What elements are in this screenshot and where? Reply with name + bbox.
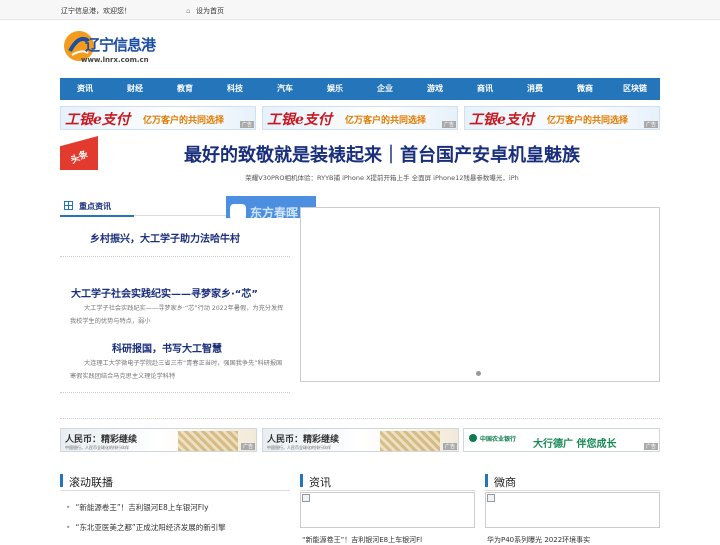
- banner-ad[interactable]: 工银e支付 亿万客户的共同选择 广告: [262, 106, 458, 130]
- key-news-title: 重点资讯: [79, 202, 111, 211]
- weishang-peek[interactable]: 华为P40系列曝光 2022环境事实: [487, 535, 590, 545]
- ad-tag: 广告: [643, 443, 658, 450]
- news-column-title: 资讯: [309, 476, 331, 489]
- mid-ad[interactable]: 中国农业银行 大行德广 伴您成长 广告: [463, 428, 660, 452]
- ad-tag: 广告: [239, 121, 254, 128]
- top-bar: 辽宁信息港，欢迎您！ ⌂ 设为首页: [0, 0, 720, 20]
- nav-item[interactable]: 企业: [360, 78, 410, 100]
- ad-slogan: 亿万客户的共同选择: [345, 116, 427, 126]
- ad-slogan: 亿万客户的共同选择: [143, 116, 225, 126]
- nav-item[interactable]: 科技: [210, 78, 260, 100]
- ad-brand: 工银e支付: [469, 112, 534, 128]
- news-title[interactable]: 大工学子社会实践纪实——寻梦家乡·“芯”: [71, 285, 258, 300]
- ad-brand: 工银e支付: [267, 112, 332, 128]
- image-slider[interactable]: [300, 207, 660, 382]
- mid-ad[interactable]: 人民币：精彩继续 中国银行，人民币全球化的排行伙伴 广告: [262, 428, 459, 452]
- site-logo[interactable]: 辽宁信息港 www.lnrx.com.cn: [62, 29, 162, 69]
- nav-item[interactable]: 区块链: [610, 78, 660, 100]
- main-nav: 资讯 财经 教育 科技 汽车 娱乐 企业 游戏 商讯 消费 微商 区块链: [60, 78, 660, 100]
- headline-badge-label: 头条: [69, 149, 90, 167]
- divider: [60, 256, 290, 257]
- divider: [60, 418, 660, 419]
- ad-tag: 广告: [643, 121, 658, 128]
- logo-name: 辽宁信息港: [85, 36, 156, 54]
- ad-tag: 广告: [240, 443, 255, 450]
- nav-item[interactable]: 资讯: [60, 78, 110, 100]
- slider-dot[interactable]: [476, 371, 481, 376]
- news-column-header: 资讯: [300, 471, 475, 491]
- set-home-label: 设为首页: [196, 7, 224, 15]
- broken-image[interactable]: [485, 492, 660, 528]
- ad-brand: 人民币：精彩继续: [267, 435, 340, 445]
- broken-image-icon: [487, 494, 495, 502]
- headline-title[interactable]: 最好的致敬就是装裱起来｜首台国产安卓机皇魅族: [104, 141, 660, 167]
- ad-tag: 广告: [442, 443, 457, 450]
- headline-badge: 头条: [60, 136, 98, 170]
- news-desc: 大连理工大学微电子学院赴三省三市“青春正当时，强国我争先”科研报国寒假实践团结合…: [70, 360, 283, 380]
- home-icon: ⌂: [186, 7, 191, 15]
- banner-ad[interactable]: 工银e支付 亿万客户的共同选择 广告: [60, 106, 256, 130]
- nav-item[interactable]: 商讯: [460, 78, 510, 100]
- news-desc: 大工学子社会实践纪实——寻梦家乡·“芯”行动 2022年暑假，为充分发挥我校学生…: [70, 305, 284, 325]
- nav-item[interactable]: 消费: [510, 78, 560, 100]
- ad-tag: 广告: [441, 121, 456, 128]
- nav-item[interactable]: 娱乐: [310, 78, 360, 100]
- headline-sub-links[interactable]: 荣耀V30PRO相机体验：RYYB捕 iPhone X提前开箱上手 全面屏 iP…: [104, 172, 660, 182]
- broken-image[interactable]: [300, 492, 475, 528]
- grid-icon: [64, 201, 73, 210]
- divider: [60, 392, 290, 393]
- nav-item[interactable]: 汽车: [260, 78, 310, 100]
- header-accent: [60, 474, 63, 487]
- ad-slogan: 亿万客户的共同选择: [547, 116, 629, 126]
- bank-name: 中国农业银行: [480, 436, 517, 443]
- rolling-title: 滚动联播: [69, 476, 113, 489]
- weishang-title: 微商: [494, 476, 516, 489]
- ad-picture: [178, 431, 238, 451]
- header-accent: [485, 474, 488, 487]
- ad-slogan: 大行德广 伴您成长: [533, 439, 617, 450]
- list-item[interactable]: “新能源卷王”！吉利银河E8上车银河Fly: [66, 502, 208, 513]
- logo-url: www.lnrx.com.cn: [81, 56, 149, 64]
- news-peek[interactable]: “新能源卷王”！吉利银河E8上车银河Fl: [302, 535, 422, 545]
- ad-brand: 工银e支付: [65, 112, 130, 128]
- banner-ad[interactable]: 工银e支付 亿万客户的共同选择 广告: [464, 106, 660, 130]
- bank-logo-icon: [469, 434, 477, 442]
- header-accent: [300, 474, 303, 487]
- nav-item[interactable]: 财经: [110, 78, 160, 100]
- ad-small-text: 中国银行，人民币全球化的排行伙伴: [65, 445, 129, 450]
- news-title[interactable]: 科研报国，书写大工智慧: [112, 340, 222, 355]
- section-underline: [60, 215, 134, 217]
- ad-picture: [380, 431, 440, 451]
- ad-brand: 人民币：精彩继续: [65, 435, 138, 445]
- ad-small-text: 中国银行，人民币全球化的排行伙伴: [267, 445, 331, 450]
- app-icon: [230, 204, 246, 218]
- nav-item[interactable]: 教育: [160, 78, 210, 100]
- nav-item[interactable]: 游戏: [410, 78, 460, 100]
- weishang-header: 微商: [485, 471, 660, 491]
- rolling-header: 滚动联播: [60, 471, 290, 491]
- thumbnail-text: 东方春晖: [250, 206, 299, 218]
- welcome-text: 辽宁信息港，欢迎您！: [61, 7, 131, 15]
- nav-item[interactable]: 微商: [560, 78, 610, 100]
- broken-image-icon: [302, 494, 310, 502]
- set-home-link[interactable]: ⌂ 设为首页: [186, 6, 224, 16]
- news-title[interactable]: 乡村振兴，大工学子助力法哈牛村: [90, 230, 240, 245]
- list-item[interactable]: “东北亚医美之都”正成沈阳经济发展的新引擎: [66, 522, 225, 533]
- mid-ad[interactable]: 人民币：精彩继续 中国银行，人民币全球化的排行伙伴 广告: [60, 428, 257, 452]
